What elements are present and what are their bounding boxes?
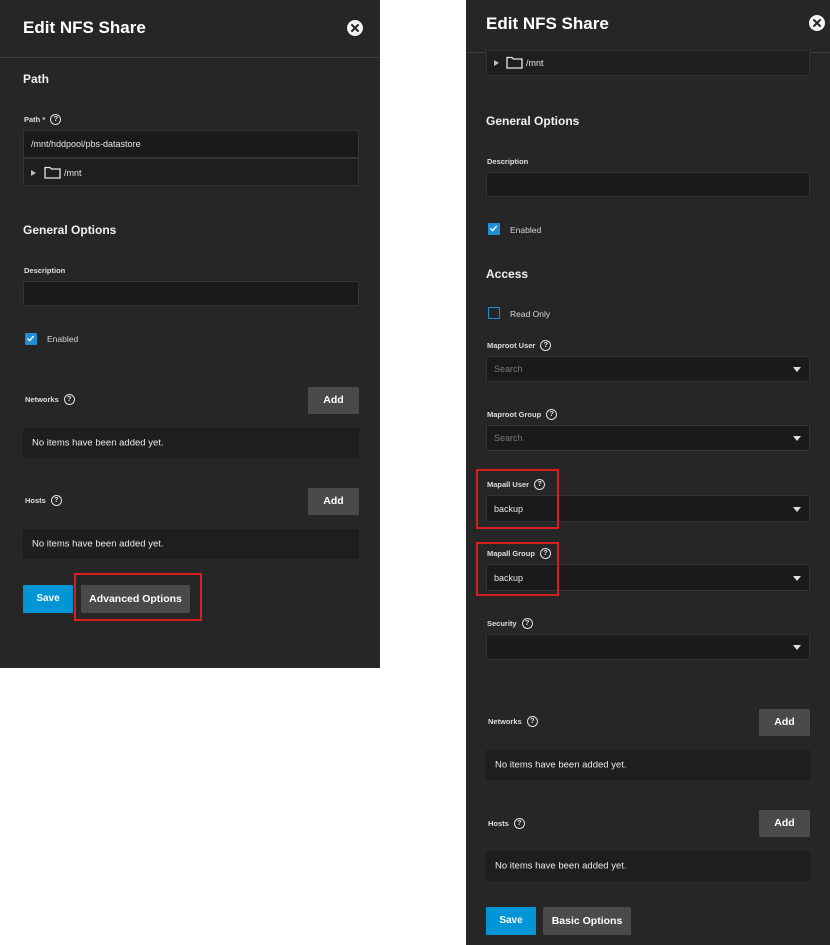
hosts-empty-text: No items have been added yet. bbox=[32, 538, 164, 550]
hosts-add-button[interactable]: Add bbox=[759, 810, 810, 837]
hosts-empty-list: No items have been added yet. bbox=[486, 851, 810, 881]
maproot-user-select[interactable]: Search bbox=[486, 356, 810, 382]
expand-arrow-icon[interactable] bbox=[494, 60, 499, 66]
hosts-label: Hosts bbox=[25, 496, 46, 505]
security-select[interactable] bbox=[486, 634, 810, 660]
path-tree-item[interactable]: /mnt bbox=[486, 50, 810, 76]
maproot-group-placeholder: Search bbox=[494, 433, 523, 443]
networks-empty-list: No items have been added yet. bbox=[486, 750, 810, 780]
networks-add-button[interactable]: Add bbox=[759, 709, 810, 736]
networks-empty-text: No items have been added yet. bbox=[495, 759, 627, 771]
networks-empty-list: No items have been added yet. bbox=[23, 428, 359, 458]
hosts-add-button[interactable]: Add bbox=[308, 488, 359, 515]
chevron-down-icon bbox=[793, 645, 801, 650]
hosts-label-row: Hosts ? bbox=[488, 818, 525, 829]
help-icon[interactable]: ? bbox=[513, 818, 525, 829]
networks-label-row: Networks ? bbox=[25, 394, 75, 405]
networks-empty-text: No items have been added yet. bbox=[32, 437, 164, 449]
folder-icon bbox=[44, 166, 61, 184]
chevron-down-icon bbox=[793, 575, 801, 581]
help-icon[interactable]: ? bbox=[50, 114, 62, 125]
save-button[interactable]: Save bbox=[486, 907, 536, 935]
hosts-label: Hosts bbox=[488, 819, 509, 828]
check-icon bbox=[490, 225, 498, 232]
hosts-label-row: Hosts ? bbox=[25, 495, 62, 506]
maproot-group-label: Maproot Group bbox=[487, 410, 542, 419]
save-button[interactable]: Save bbox=[23, 585, 73, 613]
path-input[interactable]: /mnt/hddpool/pbs-datastore bbox=[23, 130, 359, 158]
advanced-options-button[interactable]: Advanced Options bbox=[81, 585, 190, 613]
general-options-title: General Options bbox=[486, 114, 580, 128]
chevron-down-icon bbox=[793, 367, 801, 372]
tree-item-label: /mnt bbox=[64, 168, 82, 178]
maproot-user-label-row: Maproot User ? bbox=[487, 340, 552, 351]
help-icon[interactable]: ? bbox=[540, 340, 552, 351]
help-icon[interactable]: ? bbox=[50, 495, 62, 506]
close-icon[interactable] bbox=[347, 20, 363, 36]
highlight-box bbox=[476, 542, 559, 596]
access-title: Access bbox=[486, 267, 529, 281]
networks-label-row: Networks ? bbox=[488, 716, 538, 727]
path-label: Path * bbox=[24, 115, 46, 124]
panel-title: Edit NFS Share bbox=[23, 18, 146, 37]
path-tree-item[interactable]: /mnt bbox=[23, 158, 359, 186]
edit-nfs-share-panel-advanced: Edit NFS Share /mnt General Options Desc… bbox=[466, 0, 830, 945]
enabled-checkbox[interactable] bbox=[25, 333, 37, 345]
maproot-user-placeholder: Search bbox=[494, 364, 523, 374]
header-divider bbox=[0, 57, 380, 58]
maproot-group-select[interactable]: Search bbox=[486, 425, 810, 451]
path-input-value: /mnt/hddpool/pbs-datastore bbox=[31, 139, 141, 149]
folder-icon bbox=[506, 56, 523, 74]
general-options-title: General Options bbox=[23, 223, 117, 237]
read-only-checkbox[interactable] bbox=[488, 307, 500, 319]
maproot-user-label: Maproot User bbox=[487, 341, 536, 350]
expand-arrow-icon[interactable] bbox=[31, 170, 36, 176]
help-icon[interactable]: ? bbox=[63, 394, 75, 405]
security-label-row: Security ? bbox=[487, 618, 533, 629]
networks-label: Networks bbox=[25, 395, 59, 404]
hosts-empty-list: No items have been added yet. bbox=[23, 529, 359, 559]
close-icon[interactable] bbox=[809, 15, 825, 31]
check-icon bbox=[27, 335, 35, 342]
highlight-box bbox=[476, 469, 559, 529]
hosts-empty-text: No items have been added yet. bbox=[495, 860, 627, 872]
panel-title: Edit NFS Share bbox=[486, 14, 609, 33]
description-label: Description bbox=[487, 157, 529, 166]
help-icon[interactable]: ? bbox=[526, 716, 538, 727]
chevron-down-icon bbox=[793, 506, 801, 512]
path-section-title: Path bbox=[23, 72, 50, 86]
description-input[interactable] bbox=[23, 281, 359, 306]
help-icon[interactable]: ? bbox=[521, 618, 533, 629]
read-only-label: Read Only bbox=[510, 309, 551, 319]
networks-add-button[interactable]: Add bbox=[308, 387, 359, 414]
description-label: Description bbox=[24, 266, 66, 275]
maproot-group-label-row: Maproot Group ? bbox=[487, 409, 558, 420]
networks-label: Networks bbox=[488, 717, 522, 726]
description-input[interactable] bbox=[486, 172, 810, 197]
security-label: Security bbox=[487, 619, 517, 628]
enabled-label: Enabled bbox=[510, 225, 542, 235]
chevron-down-icon bbox=[793, 436, 801, 441]
tree-item-label: /mnt bbox=[526, 58, 544, 68]
edit-nfs-share-panel-basic: Edit NFS Share Path Path * ? /mnt/hddpoo… bbox=[0, 0, 380, 668]
basic-options-button[interactable]: Basic Options bbox=[543, 907, 631, 935]
enabled-checkbox[interactable] bbox=[488, 223, 500, 235]
path-label-row: Path * ? bbox=[24, 114, 62, 125]
enabled-label: Enabled bbox=[47, 334, 79, 344]
help-icon[interactable]: ? bbox=[546, 409, 558, 420]
